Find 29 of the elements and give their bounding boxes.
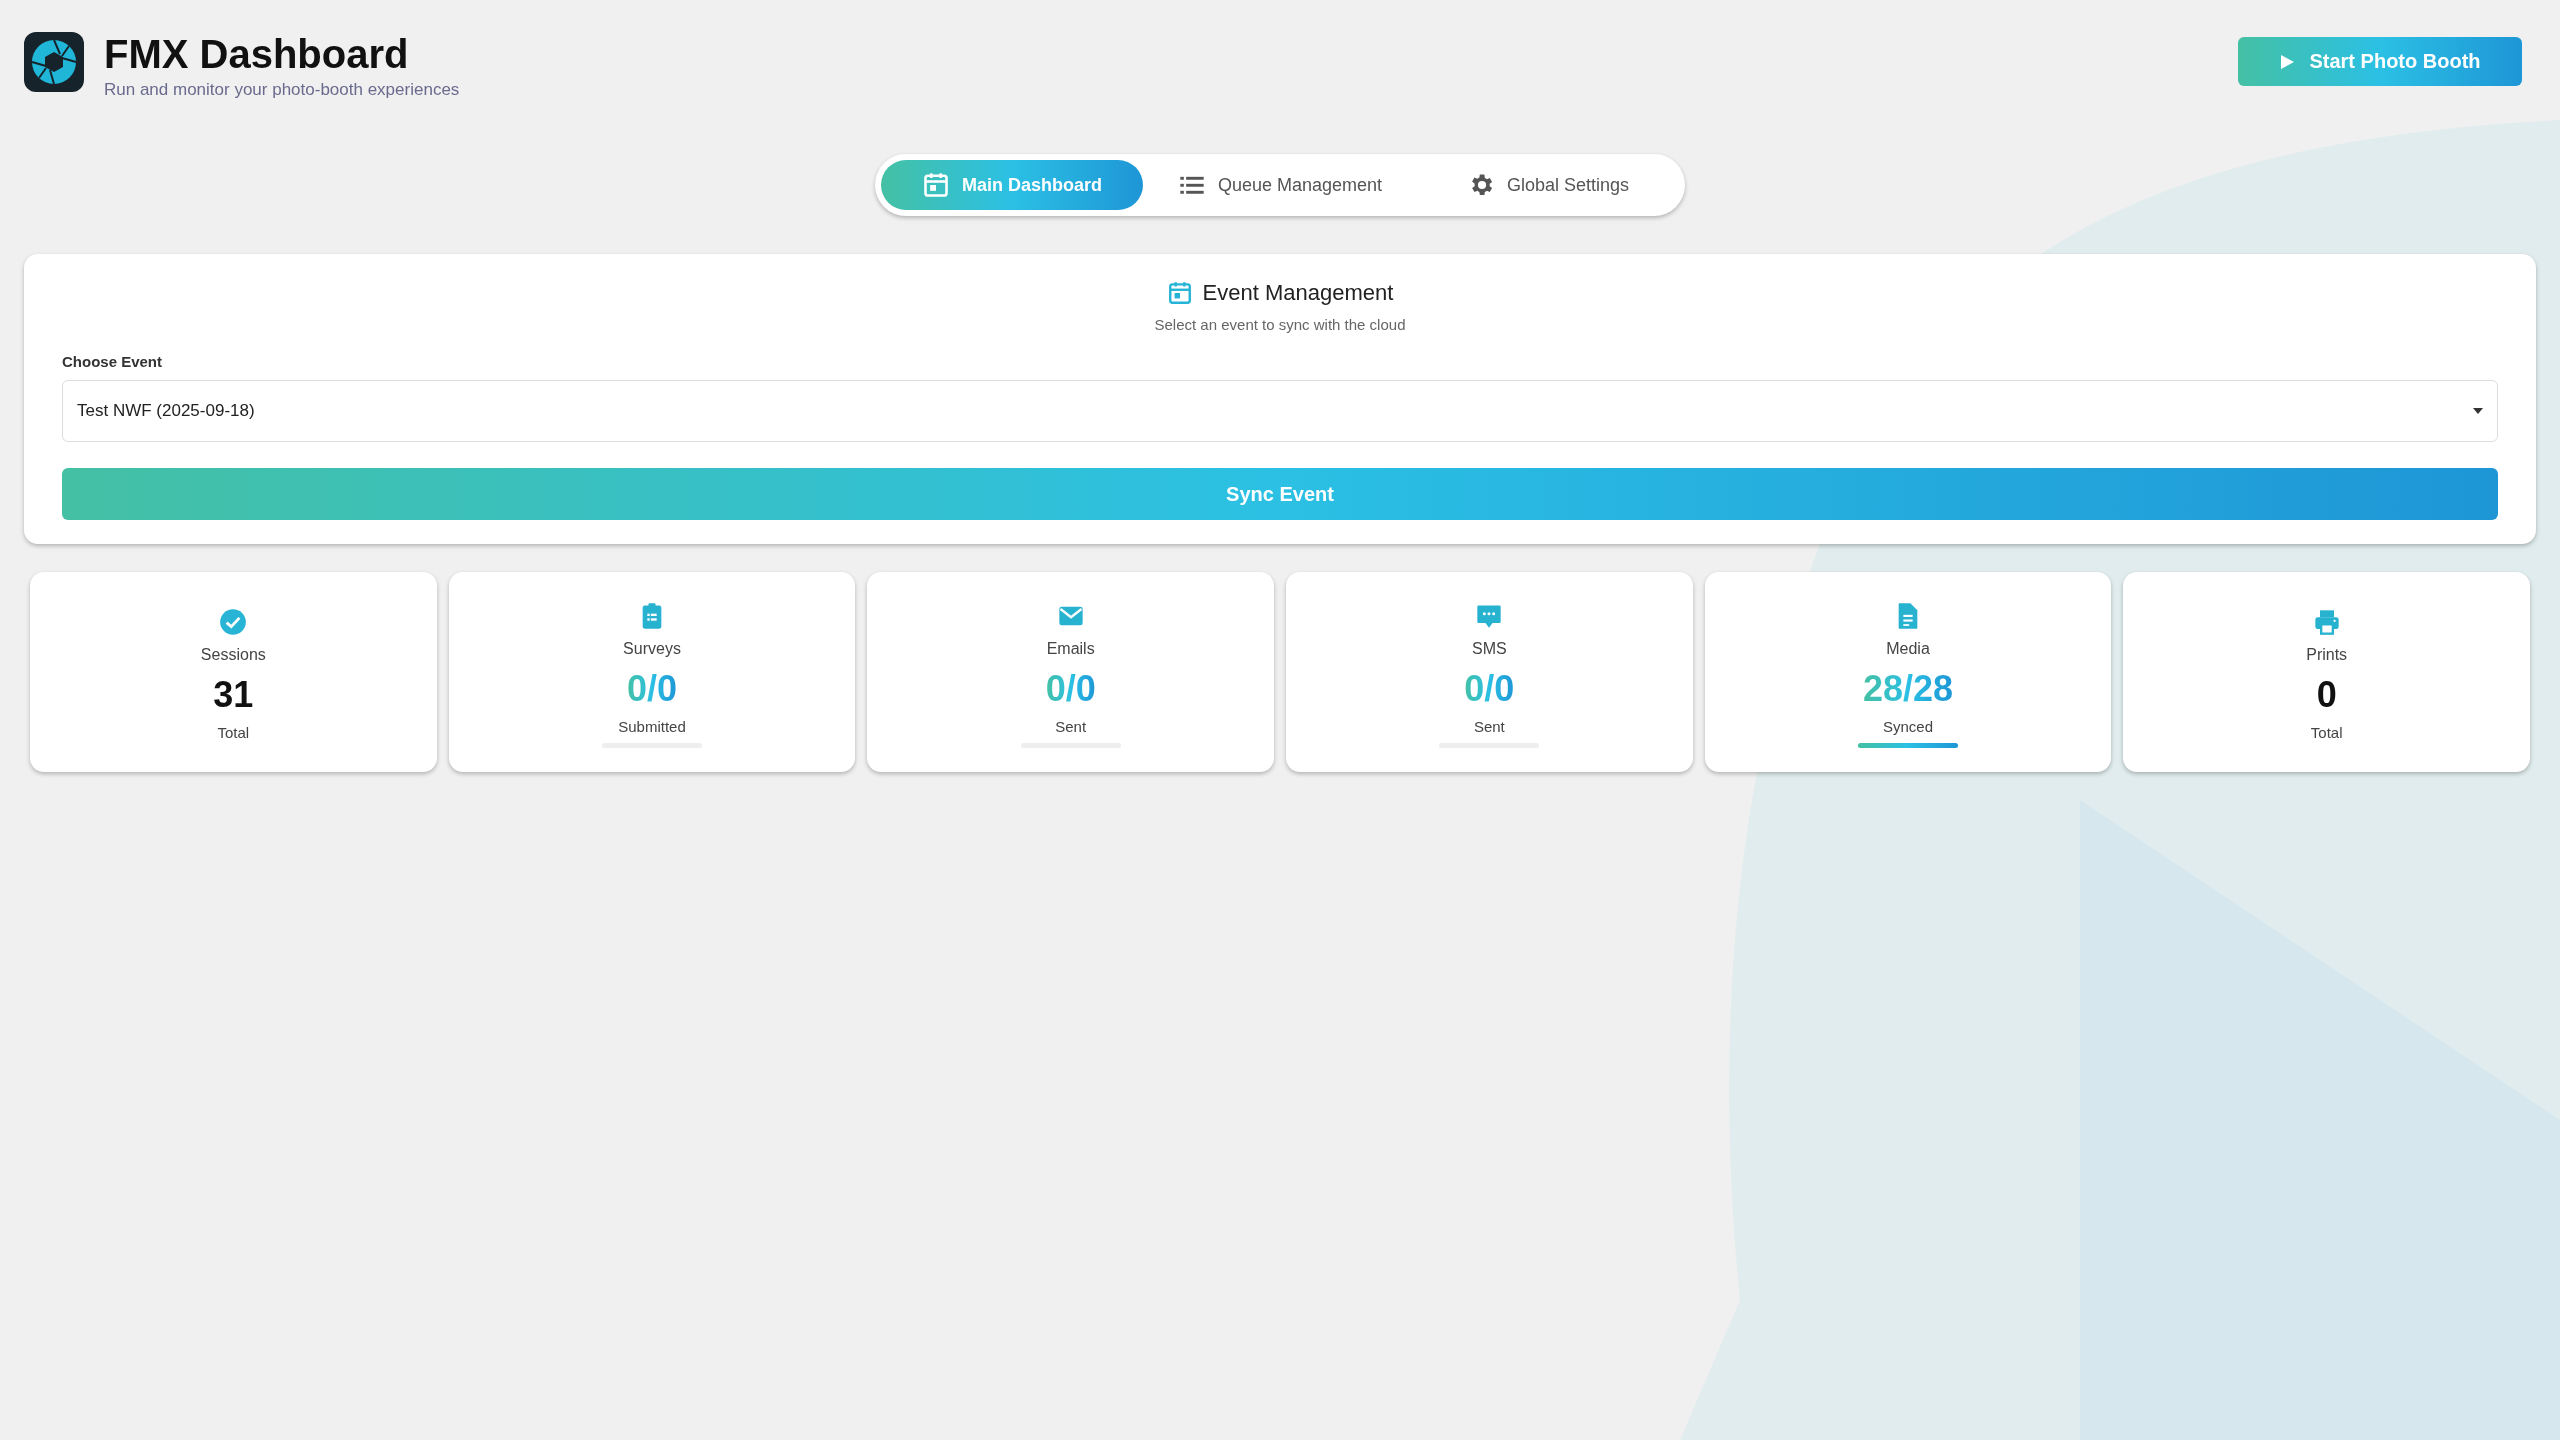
calendar-icon: [1166, 280, 1193, 306]
tab[interactable]: Global Settings: [1417, 160, 1679, 210]
stat-caption: Sent: [1055, 718, 1087, 735]
stat-label: Sessions: [200, 646, 266, 664]
app-logo-icon: [24, 32, 84, 92]
app-subtitle: Run and monitor your photo-booth experiences: [104, 80, 460, 100]
caret-icon: [2473, 408, 2483, 414]
app-title: FMX Dashboard: [104, 32, 410, 76]
stat-caption: Submitted: [618, 718, 686, 735]
stat-label: Surveys: [623, 640, 681, 658]
stat-label: Prints: [2306, 646, 2348, 664]
stat-label: SMS: [1472, 640, 1507, 658]
stat-caption: Total: [2310, 724, 2343, 741]
stat-caption: Total: [217, 724, 250, 741]
stat-label: Emails: [1046, 640, 1095, 658]
stat-value: 0: [2316, 674, 2337, 716]
stat-caption: Synced: [1882, 718, 1933, 735]
printer-icon: [2312, 608, 2341, 636]
tab[interactable]: Queue Management: [1149, 160, 1411, 210]
check-circle-icon: [219, 608, 248, 636]
event-management-title: Event Management: [1202, 280, 1394, 306]
calendar-icon: [922, 171, 950, 199]
event-dropdown[interactable]: Test NWF (2025-09-18): [62, 380, 2498, 442]
event-management-subtitle: Select an event to sync with the cloud: [1154, 316, 1406, 333]
choose-event-label: Choose Event: [62, 353, 163, 370]
stat-value: 31: [213, 674, 254, 716]
play-icon: [2279, 53, 2296, 70]
stat-caption: Sent: [1473, 718, 1505, 735]
stat-label: Media: [1886, 640, 1930, 658]
